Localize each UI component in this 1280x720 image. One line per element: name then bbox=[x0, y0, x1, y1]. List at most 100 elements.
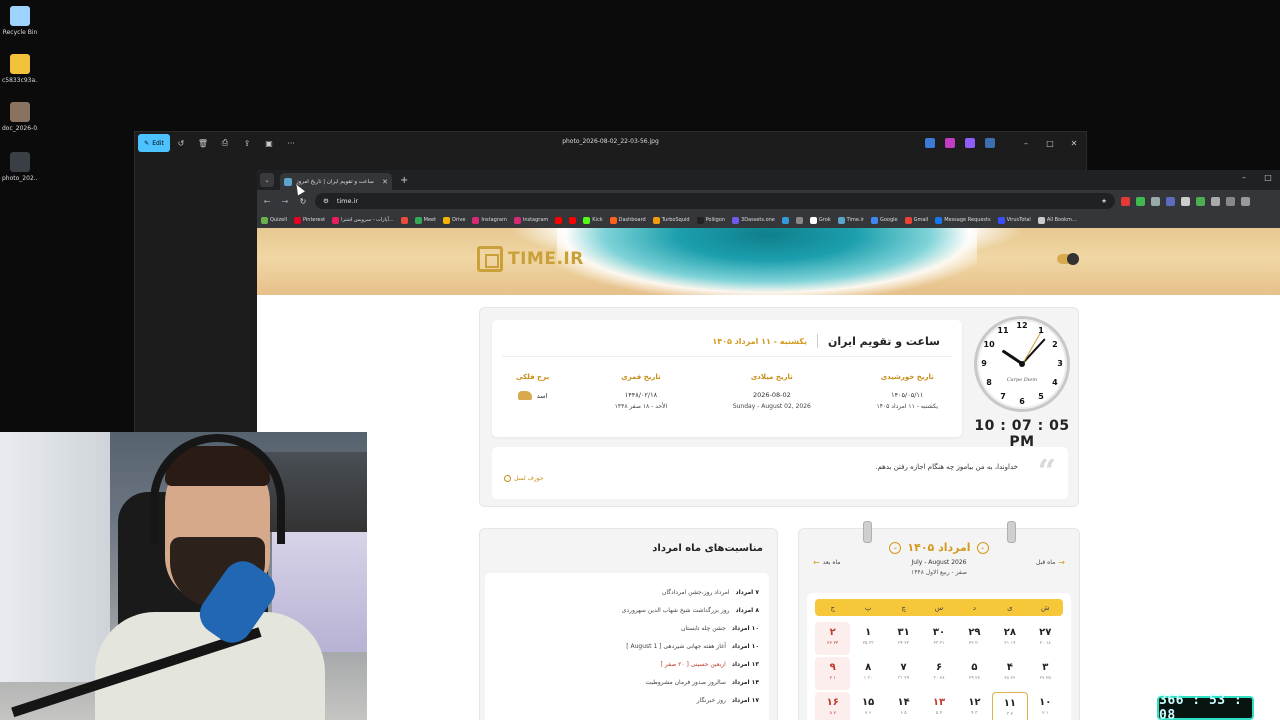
extension-icon[interactable] bbox=[925, 138, 935, 148]
calendar-day[interactable]: ۳۰ ۲۱ ۲۳ bbox=[921, 622, 956, 655]
forward-button[interactable]: → bbox=[279, 197, 291, 206]
back-button[interactable]: ← bbox=[261, 197, 273, 206]
extension-icon[interactable] bbox=[1121, 196, 1130, 206]
extension-icon[interactable] bbox=[1151, 196, 1160, 206]
chevron-down-icon[interactable]: ⌄ bbox=[976, 541, 989, 554]
calendar-day[interactable]: ۸ ۳۰ ۱ bbox=[850, 657, 885, 690]
bookmark-item[interactable]: TurboSquid bbox=[652, 216, 690, 224]
calendar-day-today[interactable]: ۱۱ ۲ ۳ bbox=[992, 692, 1028, 720]
next-month-button[interactable]: ماه بعد ← bbox=[813, 558, 841, 567]
bookmark-item[interactable]: Time.ir bbox=[837, 216, 864, 224]
slideshow-button[interactable]: ▣ bbox=[258, 134, 280, 152]
bookmark-favicon-icon bbox=[332, 216, 340, 224]
day-number: ۳ bbox=[1042, 662, 1049, 673]
day-secondary-dates: ۲۱ ۲۳ bbox=[933, 641, 945, 646]
calendar-day[interactable]: ۳ ۲۵ ۲۷ bbox=[1028, 657, 1063, 690]
event-text: امرداد روز،جشن امردادگان bbox=[661, 588, 730, 596]
close-button[interactable]: ✕ bbox=[1062, 134, 1086, 152]
bookmark-item[interactable] bbox=[555, 216, 563, 224]
maximize-button[interactable]: □ bbox=[1038, 134, 1062, 152]
extension-icon[interactable] bbox=[1181, 196, 1190, 206]
download-icon[interactable] bbox=[1241, 196, 1250, 206]
browser-minimize-button[interactable]: – bbox=[1232, 173, 1256, 182]
browser-maximize-button[interactable]: □ bbox=[1256, 173, 1280, 182]
chevron-down-icon[interactable]: ⌄ bbox=[889, 541, 902, 554]
share-button[interactable]: ⇪ bbox=[236, 134, 258, 152]
calendar-day[interactable]: ۲۸ ۱۹ ۲۱ bbox=[992, 622, 1027, 655]
solar-date: تاریخ خورشیدی ۱۴۰۵/۰۵/۱۱ یکشنبه - ۱۱ امر… bbox=[876, 373, 938, 410]
tab-search-button[interactable]: ⌄ bbox=[260, 173, 274, 187]
calendar-day[interactable]: ۴ ۲۶ ۲۸ bbox=[992, 657, 1027, 690]
bookmark-item[interactable]: 3Dassets.one bbox=[732, 216, 775, 224]
bookmark-item[interactable]: Poliigon bbox=[696, 216, 725, 224]
bookmark-item[interactable]: Message Requests bbox=[935, 216, 991, 224]
theme-toggle[interactable] bbox=[1057, 253, 1079, 265]
extension-icon[interactable] bbox=[945, 138, 955, 148]
onedrive-icon[interactable] bbox=[985, 138, 995, 148]
bookmark-item[interactable]: آپارات - سرویس اشترا... bbox=[332, 216, 394, 224]
bookmark-item[interactable] bbox=[781, 216, 789, 224]
desktop-icon[interactable]: Recycle Bin bbox=[2, 6, 38, 36]
calendar-day[interactable]: ۲ ۲۴ ۲۶ bbox=[815, 622, 851, 655]
calendar-day[interactable]: ۱۵ ۶ ۷ bbox=[850, 692, 885, 720]
calendar-day[interactable]: ۱ ۲۳ ۲۵ bbox=[850, 622, 885, 655]
calendar-day[interactable]: ۲۹ ۲۰ ۲۲ bbox=[957, 622, 992, 655]
bookmark-item[interactable] bbox=[569, 216, 577, 224]
bookmark-item[interactable]: Pinterest bbox=[293, 216, 325, 224]
bookmark-item[interactable]: Kick bbox=[583, 216, 603, 224]
bookmark-item[interactable]: Quizell bbox=[261, 216, 287, 224]
event-item: ۱۷ امرداد روز خبرنگار bbox=[495, 691, 759, 709]
calendar-day[interactable]: ۹ ۱ ۲ bbox=[815, 657, 851, 690]
calendar-day[interactable]: ۷ ۲۹ ۳۱ bbox=[886, 657, 921, 690]
calendar-day[interactable]: ۳۱ ۲۲ ۲۴ bbox=[886, 622, 921, 655]
bookmark-item[interactable]: Drive bbox=[443, 216, 465, 224]
extension-icon[interactable] bbox=[1136, 196, 1145, 206]
calendar-day[interactable]: ۲۷ ۱۸ ۲۰ bbox=[1028, 622, 1063, 655]
bookmark-item[interactable]: Instagram bbox=[513, 216, 548, 224]
day-secondary-dates: ۲۵ ۲۷ bbox=[1039, 676, 1051, 681]
calendar-day[interactable]: ۱۲ ۳ ۴ bbox=[957, 692, 992, 720]
calendar-day[interactable]: ۱۴ ۵ ۶ bbox=[886, 692, 921, 720]
bookmark-item[interactable] bbox=[400, 216, 408, 224]
bookmark-item[interactable]: Google bbox=[870, 216, 898, 224]
bookmark-item[interactable] bbox=[795, 216, 803, 224]
address-bar[interactable]: ⚙ time.ir ★ bbox=[315, 193, 1115, 209]
quote-link[interactable]: جورف لسل bbox=[504, 475, 544, 482]
calendar-day[interactable]: ۱۶ ۷ ۸ bbox=[815, 692, 851, 720]
new-tab-button[interactable]: + bbox=[400, 175, 408, 186]
extension-icon[interactable] bbox=[1166, 196, 1175, 206]
desktop-icon[interactable]: doc_2026-0... bbox=[2, 102, 38, 132]
bookmark-item[interactable]: VirusTotal bbox=[997, 216, 1031, 224]
bookmark-item[interactable]: Gmail bbox=[904, 216, 928, 224]
bookmark-star-icon[interactable]: ★ bbox=[1101, 197, 1107, 205]
bookmark-item[interactable]: Instagram bbox=[472, 216, 507, 224]
edit-button[interactable]: ✎ Edit bbox=[138, 134, 170, 152]
extension-icon[interactable] bbox=[1196, 196, 1205, 206]
bookmark-item[interactable]: Meet bbox=[414, 216, 436, 224]
desktop-icon[interactable]: c5833c93a... bbox=[2, 54, 38, 84]
bookmark-item[interactable]: Grok bbox=[809, 216, 831, 224]
calendar-day[interactable]: ۶ ۲۸ ۳۰ bbox=[921, 657, 956, 690]
site-info-icon[interactable]: ⚙ bbox=[323, 197, 329, 205]
bookmark-item[interactable]: All Bookm... bbox=[1037, 216, 1077, 224]
prev-month-button[interactable]: → ماه قبل bbox=[1036, 558, 1065, 567]
day-number: ۱۶ bbox=[826, 697, 839, 708]
calendar-day[interactable]: ۱۳ ۴ ۵ bbox=[921, 692, 956, 720]
minimize-button[interactable]: – bbox=[1014, 134, 1038, 152]
weekday-label: ی bbox=[1007, 603, 1013, 612]
delete-button[interactable]: 🗑 bbox=[192, 134, 214, 152]
print-button[interactable]: ⎙ bbox=[214, 134, 236, 152]
extension-icon[interactable] bbox=[965, 138, 975, 148]
calendar-day[interactable]: ۵ ۲۷ ۲۹ bbox=[957, 657, 992, 690]
reload-button[interactable]: ↻ bbox=[297, 197, 309, 206]
tab-close-icon[interactable]: ✕ bbox=[382, 178, 388, 186]
puzzle-icon[interactable] bbox=[1211, 196, 1220, 206]
calendar-month[interactable]: ⌄ امرداد ۱۴۰۵ ⌄ bbox=[799, 541, 1079, 554]
rotate-button[interactable]: ↺ bbox=[170, 134, 192, 152]
bookmark-item[interactable]: Dashboard bbox=[609, 216, 646, 224]
site-logo[interactable]: TIME.IR bbox=[477, 246, 584, 272]
more-button[interactable]: ··· bbox=[280, 134, 302, 152]
calendar-day[interactable]: ۱۰ ۱ ۲ bbox=[1028, 692, 1063, 720]
desktop-icon[interactable]: photo_202... bbox=[2, 152, 38, 182]
sidebar-icon[interactable] bbox=[1226, 196, 1235, 206]
